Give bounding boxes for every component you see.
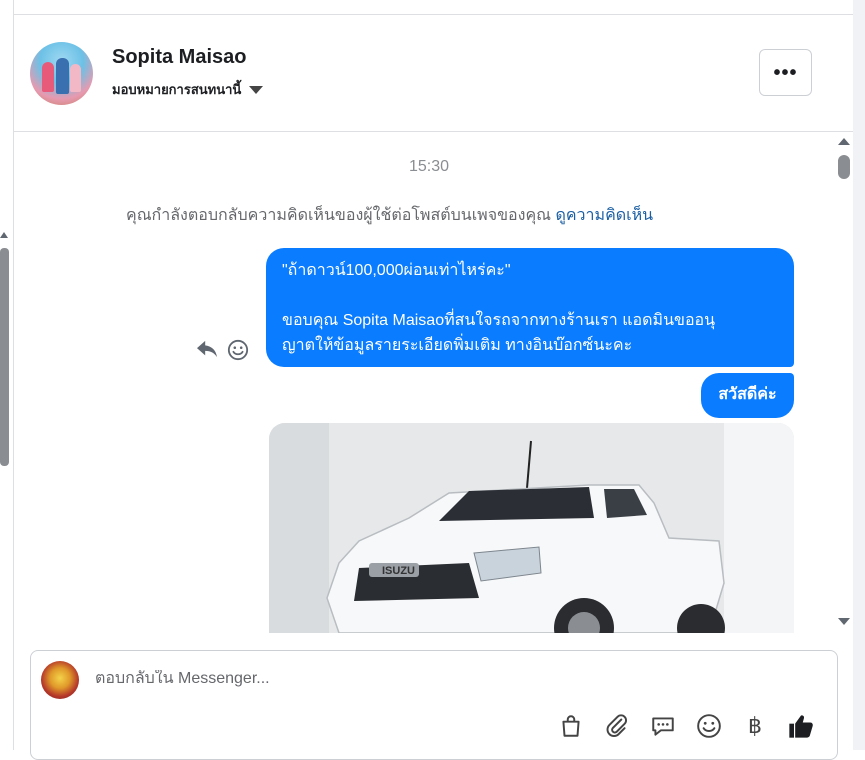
- messenger-inbox-panel: Sopita Maisao มอบหมายการสนทนานี้ ••• 15:…: [0, 0, 865, 760]
- sent-message-bubble[interactable]: สวัสดีค่ะ: [701, 373, 794, 418]
- composer-toolbar: ฿: [557, 712, 815, 740]
- reply-context-notice: คุณกำลังตอบกลับความคิดเห็นของผู้ใช้ต่อโพ…: [126, 203, 653, 228]
- avatar-figure: [56, 58, 69, 94]
- message-text: ญาตให้ข้อมูลรายระเอียดพิ่มเติม ทางอินบ๊อ…: [282, 337, 633, 354]
- baht-symbol: ฿: [748, 713, 762, 739]
- left-scroll-up-arrow-icon[interactable]: [0, 232, 8, 238]
- page-avatar: [41, 661, 79, 699]
- message-text: สวัสดีค่ะ: [718, 386, 777, 403]
- conversation-header: Sopita Maisao มอบหมายการสนทนานี้ •••: [14, 15, 853, 132]
- assign-label: มอบหมายการสนทนานี้: [112, 82, 242, 97]
- truck-brand-badge: ISUZU: [382, 565, 415, 577]
- saved-replies-icon[interactable]: [649, 712, 677, 740]
- assign-conversation-dropdown[interactable]: มอบหมายการสนทนานี้: [112, 79, 264, 100]
- react-emoji-icon[interactable]: [227, 339, 249, 361]
- outer-scrollbar-track: [853, 0, 865, 750]
- avatar-figure: [70, 64, 81, 92]
- sent-photo-attachment[interactable]: ISUZU: [269, 423, 794, 633]
- message-text: "ถ้าดาวน์100,000ผ่อนเท่าไหร่คะ": [282, 262, 511, 279]
- avatar-figure: [42, 62, 54, 92]
- reply-composer: ฿: [30, 650, 838, 760]
- more-dots-icon: •••: [773, 61, 798, 84]
- pickup-truck-image: ISUZU: [269, 423, 794, 633]
- shopping-bag-icon[interactable]: [557, 712, 585, 740]
- scroll-down-arrow-icon[interactable]: [838, 618, 850, 625]
- like-thumb-icon[interactable]: [787, 712, 815, 740]
- paperclip-icon[interactable]: [603, 712, 631, 740]
- message-thread[interactable]: 15:30 คุณกำลังตอบกลับความคิดเห็นของผู้ใช…: [14, 133, 837, 633]
- caret-down-icon: [249, 85, 264, 94]
- message-text: ขอบคุณ Sopita Maisaoที่สนใจรถจากทางร้านเ…: [282, 312, 716, 329]
- more-options-button[interactable]: •••: [759, 49, 812, 96]
- contact-name[interactable]: Sopita Maisao: [112, 46, 246, 69]
- message-timestamp: 15:30: [408, 158, 450, 175]
- contact-avatar[interactable]: [30, 42, 93, 105]
- reply-input[interactable]: [95, 670, 695, 688]
- sent-message-bubble[interactable]: "ถ้าดาวน์100,000ผ่อนเท่าไหร่คะ" ขอบคุณ S…: [266, 248, 794, 367]
- payment-baht-icon[interactable]: ฿: [741, 712, 769, 740]
- left-scrollbar-thumb[interactable]: [0, 248, 9, 466]
- view-comment-link[interactable]: ดูความคิดเห็น: [555, 207, 653, 224]
- context-text: คุณกำลังตอบกลับความคิดเห็นของผู้ใช้ต่อโพ…: [126, 207, 551, 224]
- thread-scrollbar-thumb[interactable]: [838, 155, 850, 179]
- scroll-up-arrow-icon[interactable]: [838, 138, 850, 145]
- emoji-icon[interactable]: [695, 712, 723, 740]
- reply-icon[interactable]: [196, 339, 218, 359]
